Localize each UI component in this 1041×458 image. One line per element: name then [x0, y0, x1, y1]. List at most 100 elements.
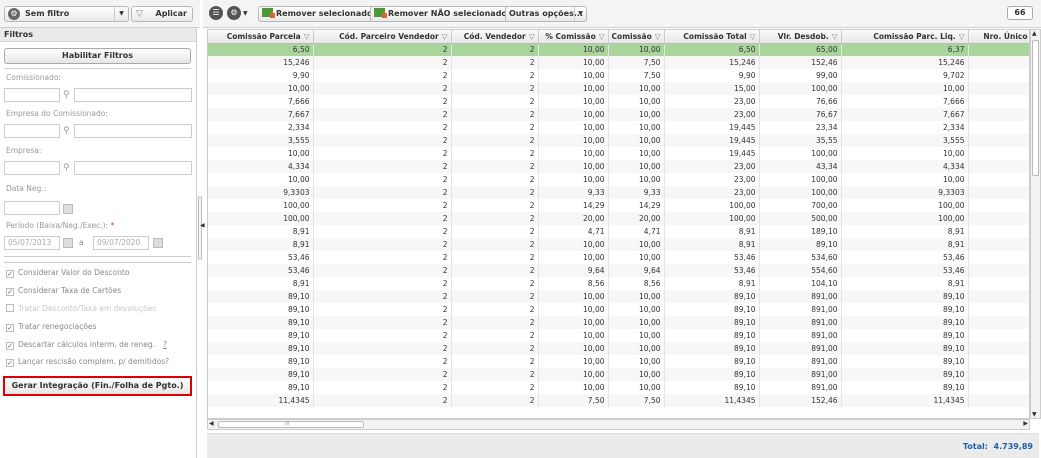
- scroll-left-icon[interactable]: ◀: [209, 420, 214, 427]
- column-header[interactable]: Comissão Total ▽: [664, 30, 760, 44]
- table-row[interactable]: 8,91 2 2 10,00 10,00 8,91 89,10 8,91: [208, 238, 1029, 252]
- option-checkbox[interactable]: ✓ Tratar renegociações: [6, 322, 96, 332]
- scroll-up-icon[interactable]: ▲: [1032, 30, 1037, 37]
- option-checkbox[interactable]: ✓ Considerar Taxa de Cartões: [6, 286, 121, 296]
- apply-button[interactable]: ▽ Aplicar: [131, 6, 193, 22]
- filter-icon[interactable]: ▽: [599, 32, 605, 41]
- filter-icon[interactable]: ▽: [529, 32, 535, 41]
- table-row[interactable]: 6,50 2 2 10,00 10,00 6,50 65,00 6,37: [208, 43, 1029, 57]
- search-icon[interactable]: ⚲: [63, 90, 73, 100]
- table-cell: 10,00: [538, 95, 609, 109]
- remove-selected-button[interactable]: Remover selecionados: [258, 6, 382, 22]
- checkbox-icon[interactable]: ✓: [6, 342, 14, 350]
- filter-icon[interactable]: ▽: [655, 32, 661, 41]
- empresa-comissionado-name-input[interactable]: [74, 124, 192, 138]
- filter-icon[interactable]: ▽: [304, 32, 310, 41]
- table-row[interactable]: 3,555 2 2 10,00 10,00 19,445 35,55 3,555: [208, 134, 1029, 148]
- calendar-icon[interactable]: [63, 204, 73, 214]
- column-header[interactable]: % Comissão ▽: [538, 30, 609, 44]
- data-neg-input[interactable]: [4, 201, 60, 215]
- table-row[interactable]: 8,91 2 2 8,56 8,56 8,91 104,10 8,91: [208, 277, 1029, 291]
- table-cell: 10,00: [538, 82, 609, 96]
- calendar-icon[interactable]: [63, 238, 73, 248]
- calendar-icon[interactable]: [153, 238, 163, 248]
- filter-icon[interactable]: ▽: [959, 32, 965, 41]
- checkbox-icon[interactable]: ✓: [6, 270, 14, 278]
- table-cell: 891,00: [759, 381, 842, 395]
- filter-icon[interactable]: ▽: [442, 32, 448, 41]
- empresa-comissionado-code-input[interactable]: [4, 124, 60, 138]
- filter-icon[interactable]: ▽: [750, 32, 756, 41]
- collapse-arrow-icon[interactable]: ◀: [200, 222, 205, 229]
- checkbox-icon[interactable]: ✓: [6, 324, 14, 332]
- scrollbar-thumb[interactable]: [1032, 40, 1039, 176]
- help-link[interactable]: ?: [163, 340, 167, 349]
- table-row[interactable]: 100,00 2 2 14,29 14,29 100,00 700,00 100,00: [208, 199, 1029, 213]
- table-row[interactable]: 9,90 2 2 10,00 7,50 9,90 99,00 9,702: [208, 69, 1029, 83]
- table-row[interactable]: 89,10 2 2 10,00 10,00 89,10 891,00 89,10: [208, 342, 1029, 356]
- table-row[interactable]: 15,246 2 2 10,00 7,50 15,246 152,46 15,246: [208, 56, 1029, 70]
- filter-icon[interactable]: ▽: [832, 32, 838, 41]
- option-checkbox[interactable]: ✓ Descartar cálculos interm. de reneg.?: [6, 340, 167, 350]
- option-checkbox[interactable]: ✓ Considerar Valor do Desconto: [6, 268, 129, 278]
- table-row[interactable]: 9,3303 2 2 9,33 9,33 23,00 100,00 9,3303: [208, 186, 1029, 200]
- table-row[interactable]: 89,10 2 2 10,00 10,00 89,10 891,00 89,10: [208, 316, 1029, 330]
- filter-select[interactable]: ⚙ Sem filtro ▼: [4, 6, 129, 22]
- chevron-down-icon[interactable]: ▼: [114, 7, 128, 21]
- table-row[interactable]: 53,46 2 2 9,64 9,64 53,46 554,60 53,46: [208, 264, 1029, 278]
- table-row[interactable]: 89,10 2 2 10,00 10,00 89,10 891,00 89,10: [208, 368, 1029, 382]
- table-cell: 2: [313, 69, 452, 83]
- vertical-scrollbar[interactable]: ▲ ▼: [1030, 29, 1041, 419]
- comissionado-code-input[interactable]: [4, 88, 60, 102]
- table-row[interactable]: 4,334 2 2 10,00 10,00 23,00 43,34 4,334: [208, 160, 1029, 174]
- table-cell: 2: [313, 186, 452, 200]
- table-row[interactable]: 89,10 2 2 10,00 10,00 89,10 891,00 89,10: [208, 329, 1029, 343]
- scrollbar-thumb[interactable]: III: [218, 421, 364, 428]
- table-row[interactable]: 89,10 2 2 10,00 10,00 89,10 891,00 89,10: [208, 290, 1029, 304]
- table-row[interactable]: 10,00 2 2 10,00 10,00 19,445 100,00 10,00: [208, 147, 1029, 161]
- scroll-down-icon[interactable]: ▼: [1032, 411, 1037, 418]
- table-row[interactable]: 11,4345 2 2 7,50 7,50 11,4345 152,46 11,4345: [208, 394, 1029, 408]
- checkbox-icon[interactable]: ✓: [6, 288, 14, 296]
- table-row[interactable]: 10,00 2 2 10,00 10,00 23,00 100,00 10,00: [208, 173, 1029, 187]
- table-row[interactable]: 7,666 2 2 10,00 10,00 23,00 76,66 7,666: [208, 95, 1029, 109]
- table-row[interactable]: 89,10 2 2 10,00 10,00 89,10 891,00 89,10: [208, 355, 1029, 369]
- column-header[interactable]: Vlr. Desdob. ▽: [759, 30, 842, 44]
- column-header[interactable]: Comissão Parcela ▽: [208, 30, 314, 44]
- table-row[interactable]: 100,00 2 2 20,00 20,00 100,00 500,00 100,00: [208, 212, 1029, 226]
- enable-filters-button[interactable]: Habilitar Filtros: [4, 48, 191, 64]
- search-icon[interactable]: ⚲: [63, 163, 73, 173]
- comissionado-name-input[interactable]: [74, 88, 192, 102]
- gerar-integracao-button[interactable]: Gerar Integração (Fin./Folha de Pgto.): [3, 376, 192, 396]
- table-row[interactable]: 8,91 2 2 4,71 4,71 8,91 189,10 8,91: [208, 225, 1029, 239]
- options-icon[interactable]: ⚙: [227, 6, 241, 20]
- search-icon[interactable]: ⚲: [63, 126, 73, 136]
- more-options-button[interactable]: Outras opções... ▼: [505, 6, 587, 22]
- table-row[interactable]: 53,46 2 2 10,00 10,00 53,46 534,60 53,46: [208, 251, 1029, 265]
- checkbox-icon[interactable]: [6, 304, 14, 312]
- table-row[interactable]: 7,667 2 2 10,00 10,00 23,00 76,67 7,667: [208, 108, 1029, 122]
- panel-splitter[interactable]: ◀: [197, 28, 205, 458]
- empresa-code-input[interactable]: [4, 161, 60, 175]
- date-from-input[interactable]: 05/07/2013: [4, 236, 60, 250]
- option-checkbox[interactable]: ✓ Lançar rescisão complem. p/ demitidos?: [6, 357, 169, 367]
- table-row[interactable]: 89,10 2 2 10,00 10,00 89,10 891,00 89,10: [208, 303, 1029, 317]
- column-header[interactable]: Cód. Parceiro Vendedor ▽: [313, 30, 452, 44]
- column-header[interactable]: Cód. Vendedor ▽: [451, 30, 539, 44]
- chevron-down-icon[interactable]: ▼: [243, 10, 248, 17]
- table-row[interactable]: 89,10 2 2 10,00 10,00 89,10 891,00 89,10: [208, 381, 1029, 395]
- table-row[interactable]: 2,334 2 2 10,00 10,00 19,445 23,34 2,334: [208, 121, 1029, 135]
- column-header[interactable]: Comissão ▽: [608, 30, 665, 44]
- empresa-name-input[interactable]: [74, 161, 192, 175]
- table-cell: 43,34: [759, 160, 842, 174]
- table-row[interactable]: 10,00 2 2 10,00 10,00 15,00 100,00 10,00: [208, 82, 1029, 96]
- column-header[interactable]: Comissão Parc. Liq. ▽: [841, 30, 969, 44]
- horizontal-scrollbar[interactable]: ◀ III ▶: [207, 419, 1030, 430]
- grid-menu-icon[interactable]: ☰: [209, 6, 223, 20]
- checkbox-icon[interactable]: ✓: [6, 359, 14, 367]
- column-header[interactable]: Nro. Único: [968, 30, 1029, 44]
- date-to-input[interactable]: 09/07/2020: [93, 236, 149, 250]
- scroll-right-icon[interactable]: ▶: [1023, 420, 1028, 427]
- remove-not-selected-button[interactable]: Remover NÃO selecionados: [370, 6, 516, 22]
- more-options-label: Outras opções...: [509, 9, 583, 18]
